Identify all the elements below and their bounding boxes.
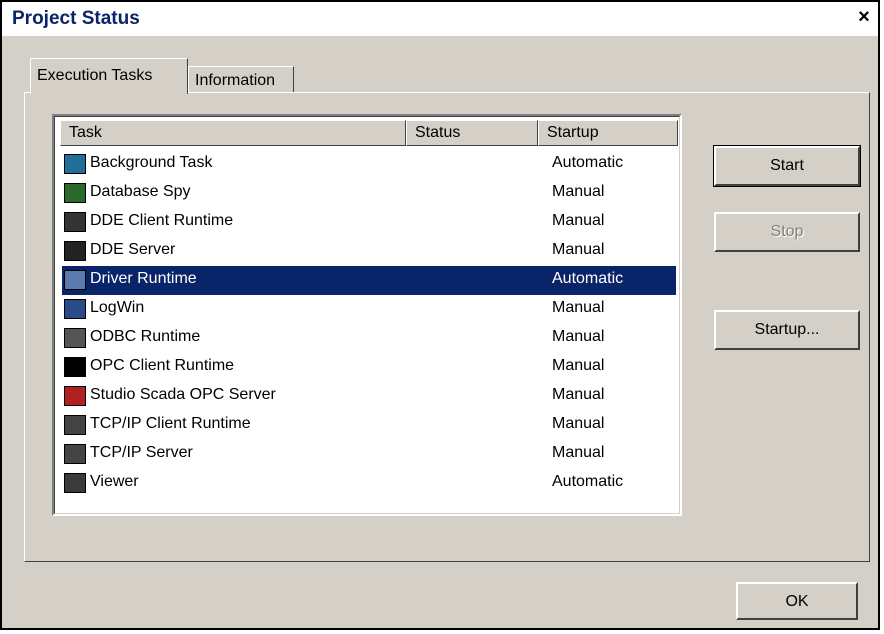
viewer-icon — [64, 473, 86, 493]
task-startup: Manual — [552, 386, 605, 403]
opc-client-icon — [64, 357, 86, 377]
table-row[interactable]: DDE Client Runtime Manual — [62, 208, 676, 237]
task-name: ODBC Runtime — [90, 328, 201, 345]
close-icon[interactable]: × — [854, 6, 874, 28]
window-title: Project Status — [12, 8, 140, 29]
start-button[interactable]: Start — [713, 145, 861, 187]
odbc-icon — [64, 328, 86, 348]
task-startup: Manual — [552, 241, 605, 258]
task-startup: Manual — [552, 299, 605, 316]
column-header-task[interactable]: Task — [60, 120, 406, 146]
table-row[interactable]: TCP/IP Client Runtime Manual — [62, 411, 676, 440]
tab-information[interactable]: Information — [188, 66, 294, 95]
task-startup: Automatic — [552, 154, 624, 171]
dde-server-icon — [64, 241, 86, 261]
table-row[interactable]: Viewer Automatic — [62, 469, 676, 498]
driver-runtime-icon — [64, 270, 86, 290]
table-row[interactable]: TCP/IP Server Manual — [62, 440, 676, 469]
tcpip-client-icon — [64, 415, 86, 435]
task-name: TCP/IP Server — [90, 444, 193, 461]
background-task-icon — [64, 154, 86, 174]
tab-execution-tasks[interactable]: Execution Tasks — [30, 58, 188, 94]
tcpip-server-icon — [64, 444, 86, 464]
task-startup: Manual — [552, 357, 605, 374]
title-bar[interactable]: Project Status × — [2, 2, 878, 36]
database-spy-icon — [64, 183, 86, 203]
stop-button[interactable]: Stop — [714, 212, 860, 252]
task-startup: Manual — [552, 415, 605, 432]
task-name: DDE Client Runtime — [90, 212, 234, 229]
task-list[interactable]: Task Status Startup Background Task Autom… — [52, 114, 682, 516]
task-name: Database Spy — [90, 183, 191, 200]
task-startup: Automatic — [552, 270, 624, 287]
column-header-status[interactable]: Status — [406, 120, 538, 146]
logwin-icon — [64, 299, 86, 319]
task-name: DDE Server — [90, 241, 176, 258]
table-row[interactable]: Driver Runtime Automatic — [62, 266, 676, 295]
task-name: Driver Runtime — [90, 270, 197, 287]
table-row[interactable]: Database Spy Manual — [62, 179, 676, 208]
startup-button[interactable]: Startup... — [714, 310, 860, 350]
task-startup: Manual — [552, 444, 605, 461]
table-row[interactable]: DDE Server Manual — [62, 237, 676, 266]
table-row[interactable]: OPC Client Runtime Manual — [62, 353, 676, 382]
project-status-dialog: Project Status × Execution Tasks Informa… — [0, 0, 880, 630]
table-row[interactable]: ODBC Runtime Manual — [62, 324, 676, 353]
task-startup: Automatic — [552, 473, 624, 490]
table-row[interactable]: Background Task Automatic — [62, 150, 676, 179]
task-startup: Manual — [552, 328, 605, 345]
task-startup: Manual — [552, 183, 605, 200]
dde-client-icon — [64, 212, 86, 232]
task-name: Studio Scada OPC Server — [90, 386, 276, 403]
task-startup: Manual — [552, 212, 605, 229]
task-name: LogWin — [90, 299, 145, 316]
task-name: Viewer — [90, 473, 139, 490]
table-row[interactable]: Studio Scada OPC Server Manual — [62, 382, 676, 411]
task-name: OPC Client Runtime — [90, 357, 235, 374]
table-row[interactable]: LogWin Manual — [62, 295, 676, 324]
task-name: TCP/IP Client Runtime — [90, 415, 251, 432]
ok-button[interactable]: OK — [736, 582, 858, 620]
column-header-startup[interactable]: Startup — [538, 120, 678, 146]
opc-server-icon — [64, 386, 86, 406]
task-name: Background Task — [90, 154, 213, 171]
